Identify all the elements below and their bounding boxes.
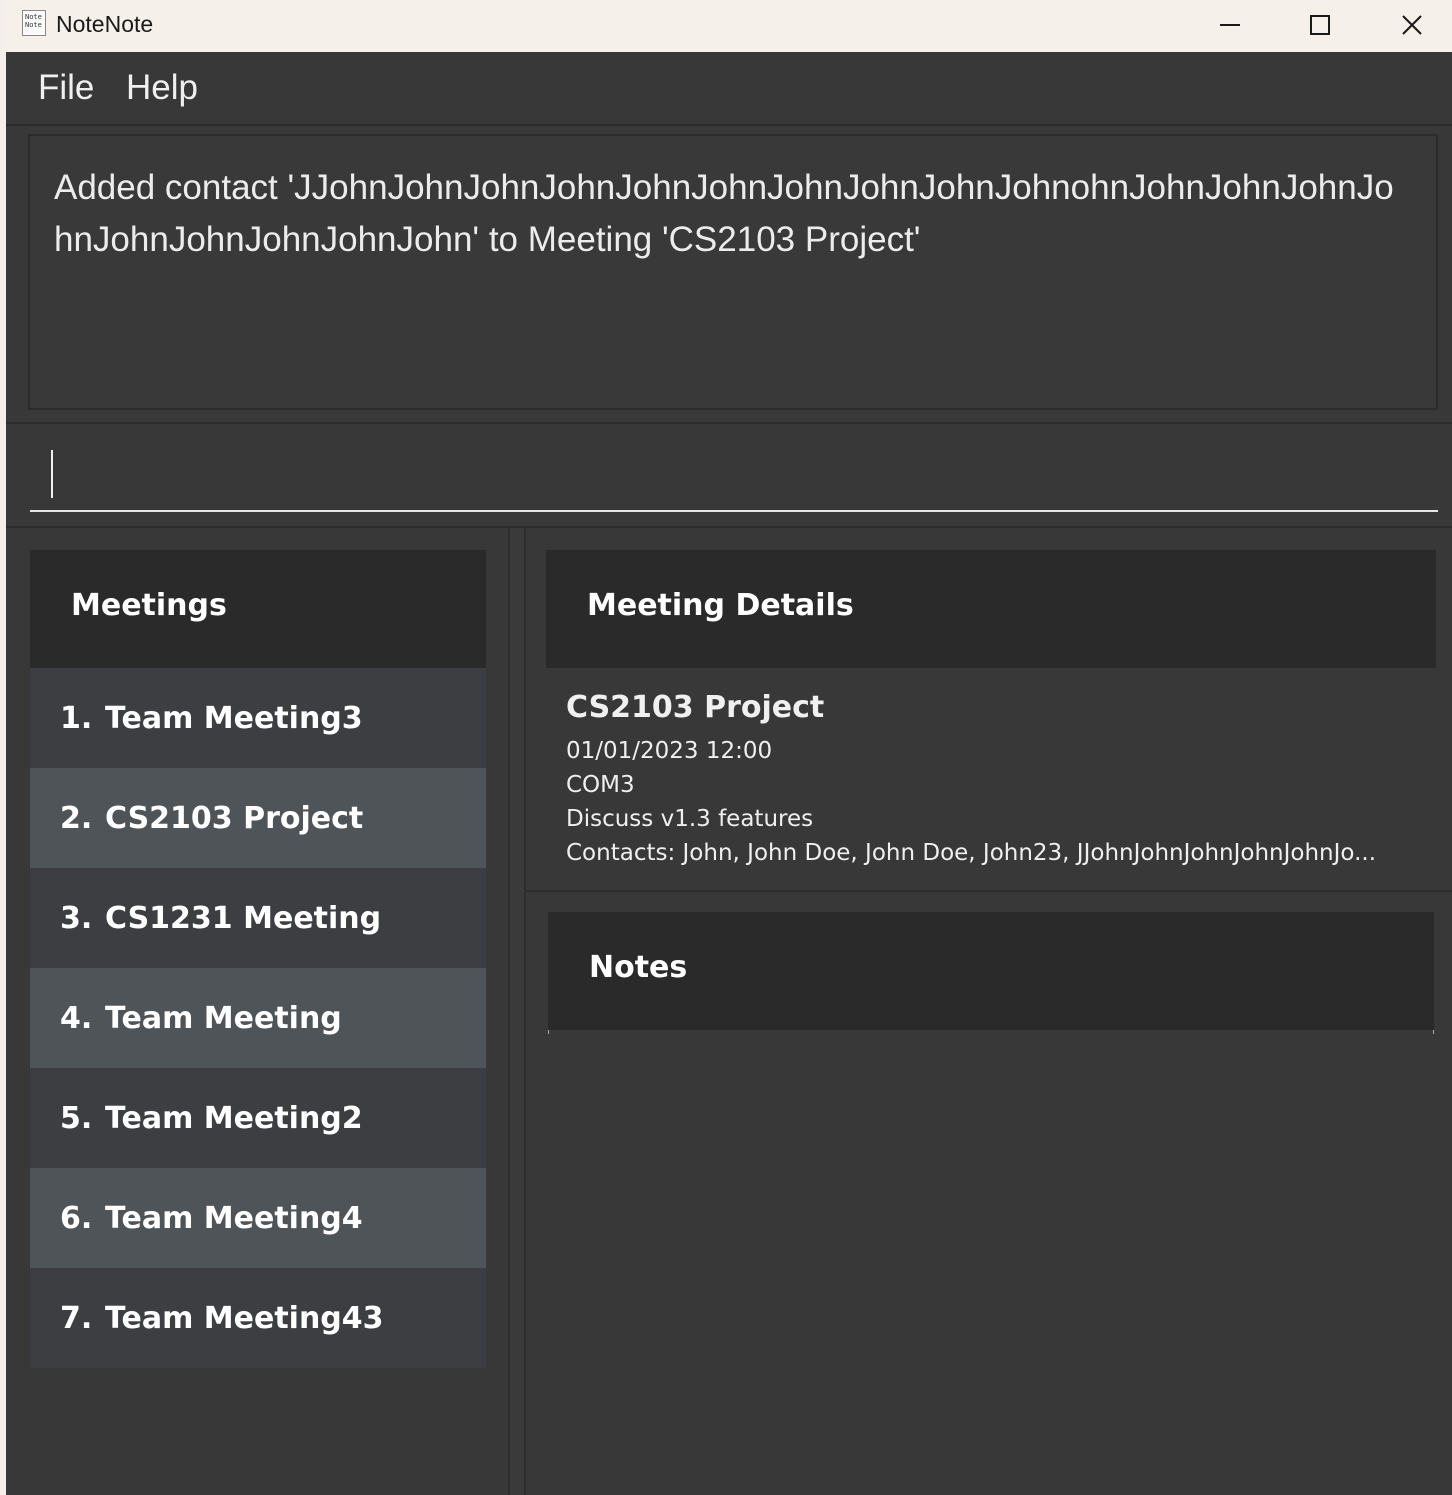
menu-file[interactable]: File xyxy=(38,68,94,108)
notes-list[interactable] xyxy=(548,1030,1434,1034)
meeting-title: CS2103 Project xyxy=(566,690,825,725)
notes-header: Notes xyxy=(548,912,1434,1030)
meeting-index: 5. xyxy=(60,1100,93,1136)
minimize-icon xyxy=(1220,24,1240,26)
meetings-panel: Meetings 1. Team Meeting3 2. CS2103 Proj… xyxy=(6,528,508,1495)
meeting-name: CS1231 Meeting xyxy=(105,900,382,936)
meeting-details-header: Meeting Details xyxy=(546,550,1436,668)
meeting-datetime: 01/01/2023 12:00 xyxy=(566,738,773,764)
meeting-name: Team Meeting4 xyxy=(105,1200,363,1236)
meeting-name: CS2103 Project xyxy=(105,800,364,836)
meeting-list-item[interactable]: 2. CS2103 Project xyxy=(30,768,486,868)
meeting-list-item[interactable]: 5. Team Meeting2 xyxy=(30,1068,486,1168)
close-button[interactable] xyxy=(1366,0,1452,50)
minimize-button[interactable] xyxy=(1184,0,1276,50)
menu-help[interactable]: Help xyxy=(126,68,198,108)
details-panel: Meeting Details CS2103 Project 01/01/202… xyxy=(526,528,1452,1495)
maximize-icon xyxy=(1310,15,1330,35)
meeting-index: 2. xyxy=(60,800,93,836)
meeting-name: Team Meeting xyxy=(105,1000,342,1036)
meeting-name: Team Meeting3 xyxy=(105,700,363,736)
meeting-index: 7. xyxy=(60,1300,93,1336)
meeting-index: 6. xyxy=(60,1200,93,1236)
meeting-list-item[interactable]: 3. CS1231 Meeting xyxy=(30,868,486,968)
divider xyxy=(526,890,1452,892)
meeting-index: 4. xyxy=(60,1000,93,1036)
text-caret xyxy=(51,450,53,498)
meeting-list-item[interactable]: 4. Team Meeting xyxy=(30,968,486,1068)
meeting-contacts: Contacts: John, John Doe, John Doe, John… xyxy=(566,840,1377,866)
meeting-list-item[interactable]: 1. Team Meeting3 xyxy=(30,668,486,768)
meeting-list[interactable]: 1. Team Meeting3 2. CS2103 Project 3. CS… xyxy=(30,668,486,1368)
meeting-name: Team Meeting43 xyxy=(105,1300,384,1336)
window-title: NoteNote xyxy=(56,11,154,37)
meeting-name: Team Meeting2 xyxy=(105,1100,363,1136)
panel-splitter[interactable] xyxy=(508,528,526,1495)
meeting-list-item[interactable]: 7. Team Meeting43 xyxy=(30,1268,486,1368)
meetings-header: Meetings xyxy=(30,550,486,668)
result-pane: Added contact 'JJohnJohnJohnJohnJohnJohn… xyxy=(6,126,1452,425)
notenote-app-icon: Note Note xyxy=(22,10,46,36)
menu-bar: File Help xyxy=(6,52,1452,126)
title-bar: Note Note NoteNote xyxy=(6,0,1452,52)
close-icon xyxy=(1402,15,1422,35)
meeting-details-card: CS2103 Project 01/01/2023 12:00 COM3 Dis… xyxy=(566,688,1446,870)
meeting-agenda: Discuss v1.3 features xyxy=(566,806,814,832)
meeting-index: 1. xyxy=(60,700,93,736)
result-message: Added contact 'JJohnJohnJohnJohnJohnJohn… xyxy=(54,168,1394,259)
result-display[interactable]: Added contact 'JJohnJohnJohnJohnJohnJohn… xyxy=(28,134,1438,410)
command-input[interactable] xyxy=(30,442,1438,512)
app-window: Note Note NoteNote File Help Added conta… xyxy=(0,0,1452,1495)
maximize-button[interactable] xyxy=(1274,0,1366,50)
command-pane xyxy=(6,424,1452,528)
meeting-index: 3. xyxy=(60,900,93,936)
meeting-list-item[interactable]: 6. Team Meeting4 xyxy=(30,1168,486,1268)
meeting-location: COM3 xyxy=(566,772,635,798)
